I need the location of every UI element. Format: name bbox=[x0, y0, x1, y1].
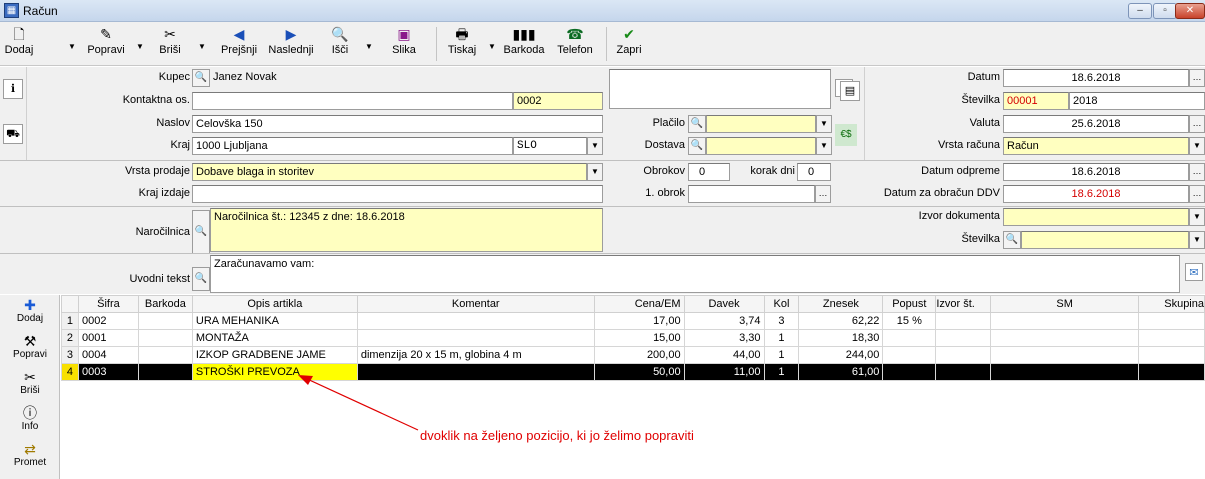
annotation-text: dvoklik na željeno pozicijo, ki jo želim… bbox=[420, 428, 694, 443]
annotation-arrow bbox=[298, 375, 419, 431]
